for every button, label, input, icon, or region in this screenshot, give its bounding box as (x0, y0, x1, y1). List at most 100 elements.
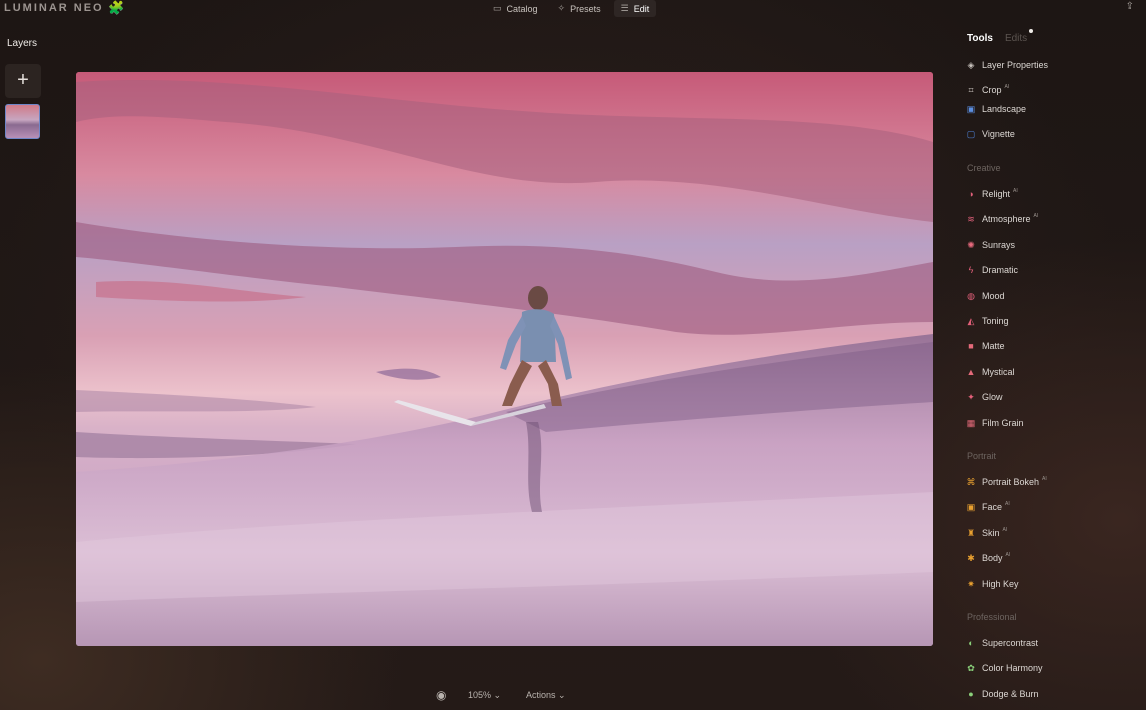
tool-supercontrast[interactable]: ◐ Supercontrast (966, 635, 1038, 651)
tool-label: Atmosphere (982, 214, 1031, 225)
tool-mood[interactable]: ◍ Mood (966, 288, 1005, 304)
section-professional: Professional (967, 612, 1017, 622)
sparkle-icon: ✧ (557, 3, 566, 13)
skin-icon: ♜ (966, 527, 976, 538)
layer-thumbnail[interactable] (5, 104, 40, 139)
ai-badge: AI (1005, 501, 1010, 508)
sunrays-icon: ✺ (967, 239, 975, 250)
add-layer-button[interactable]: + (5, 64, 41, 98)
nav-presets-label: Presets (570, 3, 601, 14)
tool-label: Dodge & Burn (982, 688, 1039, 699)
landscape-icon: ▣ (966, 104, 976, 114)
share-icon[interactable]: ⇪ (1126, 1, 1134, 12)
tool-skin[interactable]: ♜ Skin AI (966, 525, 1007, 541)
tool-label: Crop (982, 85, 1002, 95)
folder-icon: ▭ (493, 3, 502, 13)
panel-tabs: Tools Edits (967, 29, 1034, 44)
dodge-burn-icon: ● (968, 688, 974, 699)
tool-label: High Key (982, 578, 1019, 589)
tool-landscape[interactable]: ▣ Landscape (966, 101, 1026, 117)
matte-icon: ■ (968, 341, 974, 352)
tool-toning[interactable]: ◭ Toning (966, 313, 1009, 329)
preview-eye-icon[interactable]: ◉ (436, 688, 446, 702)
tool-face[interactable]: ▣ Face AI (966, 499, 1010, 515)
top-bar: LUMINAR NEO 🧩 ▭ Catalog ✧ Presets ☰ Edit… (0, 0, 1146, 18)
tab-edits-label: Edits (1004, 33, 1028, 44)
film-grain-icon: ▦ (966, 417, 976, 428)
tool-label: Film Grain (982, 417, 1024, 428)
nav-presets[interactable]: ✧ Presets (551, 0, 608, 17)
tool-matte[interactable]: ■ Matte (966, 338, 1005, 354)
tool-label: Layer Properties (982, 60, 1049, 70)
mystical-icon: ▲ (966, 366, 976, 377)
nav-catalog-label: Catalog (506, 3, 538, 14)
tool-glow[interactable]: ✦ Glow (966, 389, 1003, 405)
tool-label: Dramatic (982, 265, 1019, 276)
tool-atmosphere[interactable]: ≋ Atmosphere AI (966, 211, 1038, 227)
tool-label: Vignette (982, 129, 1015, 139)
tool-label: Glow (982, 392, 1003, 403)
section-creative: Creative (967, 163, 1001, 173)
extensions-icon[interactable]: 🧩 (108, 0, 124, 16)
tool-label: Color Harmony (982, 663, 1043, 674)
tool-film-grain[interactable]: ▦ Film Grain (966, 415, 1024, 431)
face-icon: ▣ (966, 502, 976, 513)
crop-icon: ⌗ (968, 85, 974, 95)
tool-color-harmony[interactable]: ✿ Color Harmony (966, 660, 1043, 676)
tool-dramatic[interactable]: ϟ Dramatic (966, 262, 1018, 278)
dramatic-icon: ϟ (968, 265, 974, 276)
toning-icon: ◭ (967, 316, 975, 326)
tab-tools[interactable]: Tools (967, 33, 993, 44)
tool-label: Skin (982, 527, 1000, 538)
layers-title: Layers (7, 38, 38, 49)
ai-badge: AI (1013, 188, 1018, 194)
tool-crop[interactable]: ⌗ Crop AI (966, 82, 1009, 98)
color-harmony-icon: ✿ (967, 663, 975, 674)
tool-body[interactable]: ✱ Body AI (966, 550, 1010, 566)
tool-label: Toning (982, 316, 1009, 326)
nav-edit[interactable]: ☰ Edit (613, 0, 657, 17)
tool-relight[interactable]: ◑ Relight AI (966, 186, 1018, 202)
nav-catalog[interactable]: ▭ Catalog (486, 0, 545, 17)
tool-high-key[interactable]: ✷ High Key (966, 576, 1019, 592)
tool-label: Matte (982, 341, 1005, 352)
mood-icon: ◍ (967, 290, 975, 301)
ai-badge: AI (1005, 552, 1011, 559)
portrait-bokeh-icon: ⌘ (966, 477, 976, 487)
tool-dodge-burn[interactable]: ● Dodge & Burn (966, 686, 1039, 702)
photo-canvas[interactable] (76, 72, 933, 646)
tool-label: Body (982, 553, 1003, 564)
tool-label: Supercontrast (982, 638, 1039, 648)
main-nav: ▭ Catalog ✧ Presets ☰ Edit (486, 0, 657, 17)
glow-icon: ✦ (967, 392, 975, 403)
app-logo: LUMINAR NEO (4, 2, 104, 14)
section-portrait: Portrait (967, 451, 997, 461)
tool-layers[interactable]: ◈ Layer Properties (966, 57, 1049, 73)
nav-edit-label: Edit (633, 3, 650, 14)
tool-label: Mystical (982, 366, 1015, 377)
zoom-dropdown[interactable]: 105% ⌄ (468, 690, 501, 701)
tool-label: Face (982, 502, 1003, 513)
tab-edits[interactable]: Edits (1004, 29, 1034, 44)
tool-vignette[interactable]: ▢ Vignette (966, 126, 1015, 142)
tool-sunrays[interactable]: ✺ Sunrays (966, 237, 1015, 253)
ai-badge: AI (1002, 526, 1008, 533)
high-key-icon: ✷ (967, 578, 975, 589)
tool-label: Portrait Bokeh (982, 477, 1040, 487)
actions-dropdown[interactable]: Actions ⌄ (526, 690, 566, 701)
atmosphere-icon: ≋ (967, 214, 975, 225)
photo-image (76, 72, 933, 646)
tool-label: Landscape (982, 104, 1027, 114)
tool-label: Mood (982, 290, 1005, 301)
sliders-icon: ☰ (620, 3, 629, 13)
body-icon: ✱ (967, 553, 975, 564)
supercontrast-icon: ◐ (968, 638, 974, 648)
tool-label: Sunrays (982, 239, 1016, 250)
tool-mystical[interactable]: ▲ Mystical (966, 364, 1015, 380)
ai-badge: AI (1033, 213, 1039, 220)
tool-portrait-bokeh[interactable]: ⌘ Portrait Bokeh AI (966, 474, 1047, 490)
ai-badge: AI (1004, 84, 1010, 90)
ai-badge: AI (1042, 476, 1047, 482)
relight-icon: ◑ (968, 189, 974, 199)
layers-icon: ◈ (967, 60, 975, 70)
